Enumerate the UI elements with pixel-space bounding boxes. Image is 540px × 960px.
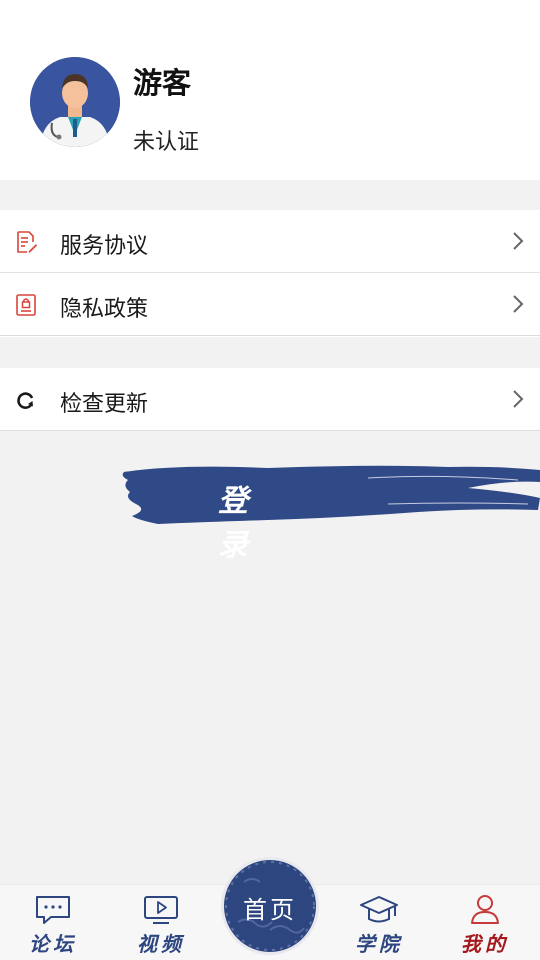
home-label: 首页 — [243, 896, 297, 924]
menu-item-privacy-policy[interactable]: 隐私政策 — [0, 273, 540, 336]
brush-stroke-background — [122, 465, 540, 524]
graduation-cap-icon — [359, 893, 399, 927]
menu-item-check-update[interactable]: 检查更新 — [0, 368, 540, 431]
menu-item-label: 服务协议 — [60, 234, 149, 259]
user-name: 游客 — [133, 66, 192, 100]
settings-group-update: 检查更新 — [0, 368, 540, 431]
tab-label: 视频 — [137, 932, 185, 956]
tab-academy[interactable]: 学院 — [339, 893, 419, 959]
doctor-avatar-icon — [30, 57, 120, 147]
document-edit-icon — [14, 230, 38, 254]
settings-group-legal: 服务协议 隐私政策 — [0, 210, 540, 337]
privacy-lock-icon — [14, 293, 38, 317]
tab-mine[interactable]: 我的 — [445, 893, 525, 959]
tab-forum[interactable]: 论坛 — [13, 893, 93, 959]
tab-video[interactable]: 视频 — [121, 893, 201, 959]
chevron-right-icon — [512, 293, 524, 315]
menu-item-label: 检查更新 — [60, 392, 149, 417]
login-button[interactable]: 登 录 — [118, 458, 540, 563]
chevron-right-icon — [512, 388, 524, 410]
video-play-icon — [141, 893, 181, 927]
tab-label: 论坛 — [29, 932, 77, 956]
avatar[interactable] — [30, 57, 120, 147]
menu-item-label: 隐私政策 — [60, 297, 149, 322]
profile-header: 游客 未认证 — [0, 0, 540, 180]
tab-home[interactable]: 首页 — [224, 860, 316, 952]
tab-label: 学院 — [355, 932, 403, 956]
chevron-right-icon — [512, 230, 524, 252]
chat-bubble-icon — [33, 893, 73, 927]
refresh-icon — [14, 388, 38, 412]
person-icon — [465, 893, 505, 927]
tab-label: 我的 — [461, 932, 509, 956]
verification-status: 未认证 — [133, 130, 200, 155]
login-label: 登 录 — [218, 484, 266, 563]
menu-item-service-agreement[interactable]: 服务协议 — [0, 210, 540, 273]
